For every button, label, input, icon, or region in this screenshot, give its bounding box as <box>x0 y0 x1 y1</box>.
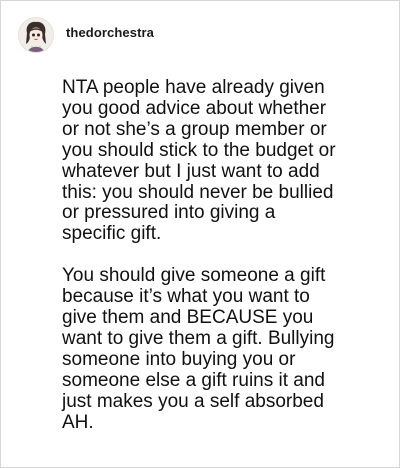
post-paragraph-1: NTA people have already given you good a… <box>62 77 336 245</box>
cartoon-portrait-avatar-icon <box>19 18 53 52</box>
post-body: NTA people have already given you good a… <box>62 77 398 434</box>
post-paragraph-2: You should give someone a gift because i… <box>62 265 335 433</box>
avatar[interactable] <box>18 17 54 53</box>
post-card: thedorchestra NTA people have already gi… <box>0 0 400 468</box>
post-header: thedorchestra <box>18 16 154 54</box>
username[interactable]: thedorchestra <box>66 26 154 39</box>
